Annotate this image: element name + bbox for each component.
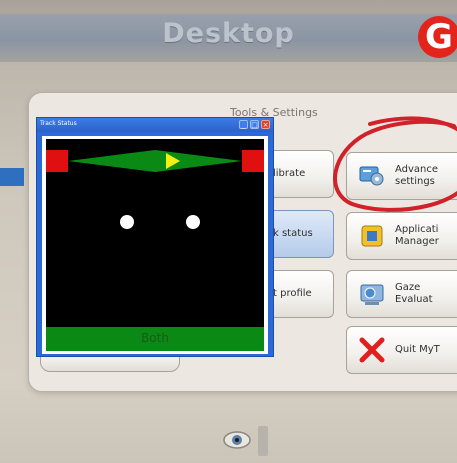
quit-label: Quit MyT (395, 344, 440, 355)
advanced-line2: settings (395, 176, 435, 187)
track-status-canvas (46, 139, 264, 349)
advanced-line1: Advance (395, 164, 439, 175)
profile-label: t profile (273, 288, 312, 299)
calibrate-label: librate (273, 168, 306, 179)
advanced-settings-icon (357, 161, 387, 191)
track-status-title: Track Status (40, 120, 77, 127)
application-manager-button[interactable]: Applicati Manager (346, 212, 457, 260)
gaze-line2: Evaluat (395, 294, 433, 305)
corner-marker-left (46, 150, 68, 172)
maximize-icon[interactable]: □ (250, 120, 259, 129)
application-manager-icon (357, 221, 387, 251)
advanced-settings-label: Advance settings (395, 164, 438, 188)
gaze-evaluation-icon (357, 279, 387, 309)
right-eye-dot (186, 215, 200, 229)
gaze-evaluation-label: Gaze Evaluat (395, 282, 433, 306)
desktop-title: Desktop (162, 18, 295, 49)
left-eye-dot (120, 215, 134, 229)
quit-x-icon (357, 335, 387, 365)
quit-button[interactable]: Quit MyT (346, 326, 457, 374)
appmgr-line2: Manager (395, 236, 439, 247)
tray-handle[interactable] (258, 426, 268, 456)
appmgr-line1: Applicati (395, 224, 439, 235)
track-status-titlebar[interactable]: Track Status _ □ × (37, 118, 273, 132)
g-badge: G (418, 16, 457, 58)
gaze-evaluation-button[interactable]: Gaze Evaluat (346, 270, 457, 318)
side-indicator (0, 168, 24, 186)
close-icon[interactable]: × (261, 120, 270, 129)
corner-marker-right (242, 150, 264, 172)
advanced-settings-button[interactable]: Advance settings (346, 152, 457, 200)
eye-icon[interactable] (222, 428, 252, 452)
gaze-line1: Gaze (395, 282, 421, 293)
track-status-label: k status (273, 228, 313, 239)
application-manager-label: Applicati Manager (395, 224, 439, 248)
minimize-icon[interactable]: _ (239, 120, 248, 129)
status-label: Both (141, 331, 169, 345)
